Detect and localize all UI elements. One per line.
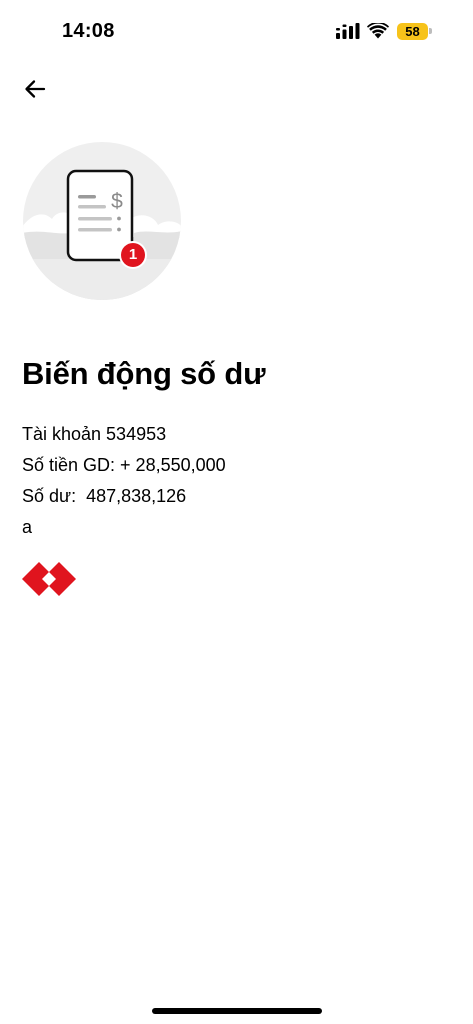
page-title: Biến động số dư <box>22 356 266 391</box>
back-button[interactable] <box>20 76 50 102</box>
notification-badge-count: 1 <box>128 246 138 263</box>
battery-tip <box>429 28 432 34</box>
bank-logo-icon <box>22 562 76 596</box>
receipt-dollar-icon: $ <box>23 142 181 300</box>
amount-line: Số tiền GD: + 28,550,000 <box>22 455 226 475</box>
wifi-icon <box>367 23 389 39</box>
battery-indicator: 58 <box>397 22 428 40</box>
note-line: a <box>22 517 33 537</box>
cellular-signal-icon <box>336 23 360 39</box>
status-bar: 14:08 58 <box>0 0 473 56</box>
svg-text:$: $ <box>111 190 123 213</box>
notification-illustration: $ 1 <box>22 141 182 301</box>
home-indicator[interactable] <box>152 1008 322 1014</box>
battery-level: 58 <box>405 23 420 39</box>
arrow-left-icon <box>25 80 46 98</box>
balance-line: Số dư: 487,838,126 <box>22 486 187 506</box>
status-time: 14:08 <box>62 20 115 42</box>
notification-body: Tài khoản 534953 Số tiền GD: + 28,550,00… <box>22 419 226 543</box>
account-line: Tài khoản 534953 <box>22 424 167 444</box>
status-icons: 58 <box>336 20 432 42</box>
